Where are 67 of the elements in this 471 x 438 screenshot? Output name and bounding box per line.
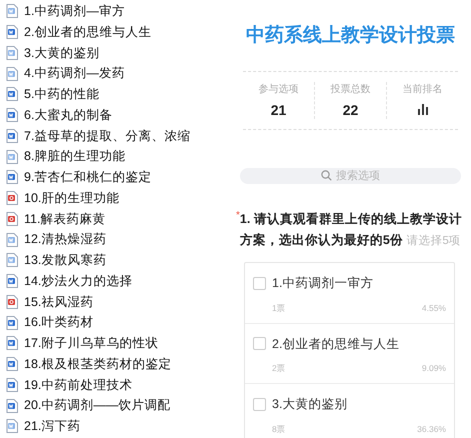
poll-title: 中药系线上教学设计投票 [245, 24, 456, 48]
word-document-icon [6, 274, 18, 288]
file-name[interactable]: 13.发散风寒药 [24, 254, 106, 267]
vote-count: 8票 [272, 422, 286, 436]
word-document-icon [6, 170, 18, 184]
word-document-icon [6, 66, 18, 81]
file-name[interactable]: 2.创业者的思维与人生 [24, 26, 152, 38]
checkbox[interactable] [253, 398, 266, 411]
file-name[interactable]: 19.中药前处理技术 [24, 378, 132, 392]
word-document-icon [6, 150, 18, 164]
file-name[interactable]: 1.中药调剂—审方 [24, 5, 125, 18]
vote-count: 2票 [272, 362, 286, 375]
stat-label: 当前排名 [402, 82, 442, 96]
word-document-icon [6, 46, 18, 60]
vote-percent: 9.09% [422, 362, 446, 375]
word-document-icon [6, 87, 18, 102]
file-name[interactable]: 7.益母草的提取、分离、浓缩 [24, 130, 190, 142]
pdf-document-icon [6, 294, 18, 309]
word-document-icon [6, 4, 18, 18]
file-name[interactable]: 14.炒法火力的选择 [24, 274, 132, 288]
option-row[interactable]: 2.创业者的思维与人生 2票 9.09% [245, 322, 454, 383]
word-document-icon [6, 378, 18, 392]
option-label: 3.大黄的鉴别 [272, 396, 348, 413]
file-name[interactable]: 5.中药的性能 [24, 88, 100, 101]
word-document-icon [6, 336, 18, 350]
bar-chart-icon[interactable] [418, 104, 428, 115]
stat-label: 参与选项 [258, 82, 298, 96]
pdf-document-icon [6, 212, 18, 226]
file-name[interactable]: 15.祛风湿药 [24, 296, 94, 308]
file-name[interactable]: 17.附子川乌草乌的性状 [24, 337, 158, 350]
file-name[interactable]: 16.叶类药材 [24, 316, 94, 329]
pdf-document-icon [6, 191, 18, 206]
option-label: 1.中药调剂一审方 [272, 275, 374, 292]
stat-label: 投票总数 [330, 82, 370, 96]
word-document-icon [6, 108, 18, 122]
file-name[interactable]: 21.泻下药 [24, 420, 80, 433]
vote-percent: 4.55% [422, 302, 446, 314]
stat-value: 22 [342, 100, 358, 118]
word-document-icon [6, 316, 18, 330]
checkbox[interactable] [253, 276, 266, 290]
file-name[interactable]: 18.根及根茎类药材的鉴定 [24, 358, 172, 370]
vote-count: 1票 [272, 302, 286, 314]
word-document-icon [6, 419, 18, 434]
word-document-icon [6, 253, 18, 268]
file-name[interactable]: 8.脾脏的生理功能 [24, 150, 126, 163]
option-label: 2.创业者的思维与人生 [272, 336, 400, 352]
file-name[interactable]: 6.大蜜丸的制备 [24, 108, 112, 122]
option-row[interactable]: 3.大黄的鉴别 8票 36.36% [245, 383, 454, 438]
file-name[interactable]: 9.苦杏仁和桃仁的鉴定 [24, 171, 152, 184]
stat-value: 21 [270, 100, 286, 118]
checkbox[interactable] [253, 337, 266, 350]
word-document-icon [6, 232, 18, 247]
file-name[interactable]: 20.中药调剂——饮片调配 [24, 399, 170, 412]
word-document-icon [6, 357, 18, 372]
file-name[interactable]: 4.中药调剂—发药 [24, 67, 125, 80]
word-document-icon [6, 128, 18, 143]
required-mark: * [236, 211, 240, 223]
file-name[interactable]: 10.肝的生理功能 [24, 192, 120, 204]
option-row[interactable]: 1.中药调剂一审方 1票 4.55% [245, 263, 454, 322]
vote-percent: 36.36% [417, 422, 446, 436]
search-icon [321, 170, 332, 182]
question-text: 1. 请认真观看群里上传的线上教学设计方案，选出你认为最好的5份 请选择5项 [240, 212, 463, 249]
file-name[interactable]: 11.解表药麻黄 [24, 212, 106, 226]
file-name[interactable]: 3.大黄的鉴别 [24, 46, 100, 60]
word-document-icon [6, 25, 18, 40]
word-document-icon [6, 398, 18, 413]
file-name[interactable]: 12.清热燥湿药 [24, 233, 106, 246]
